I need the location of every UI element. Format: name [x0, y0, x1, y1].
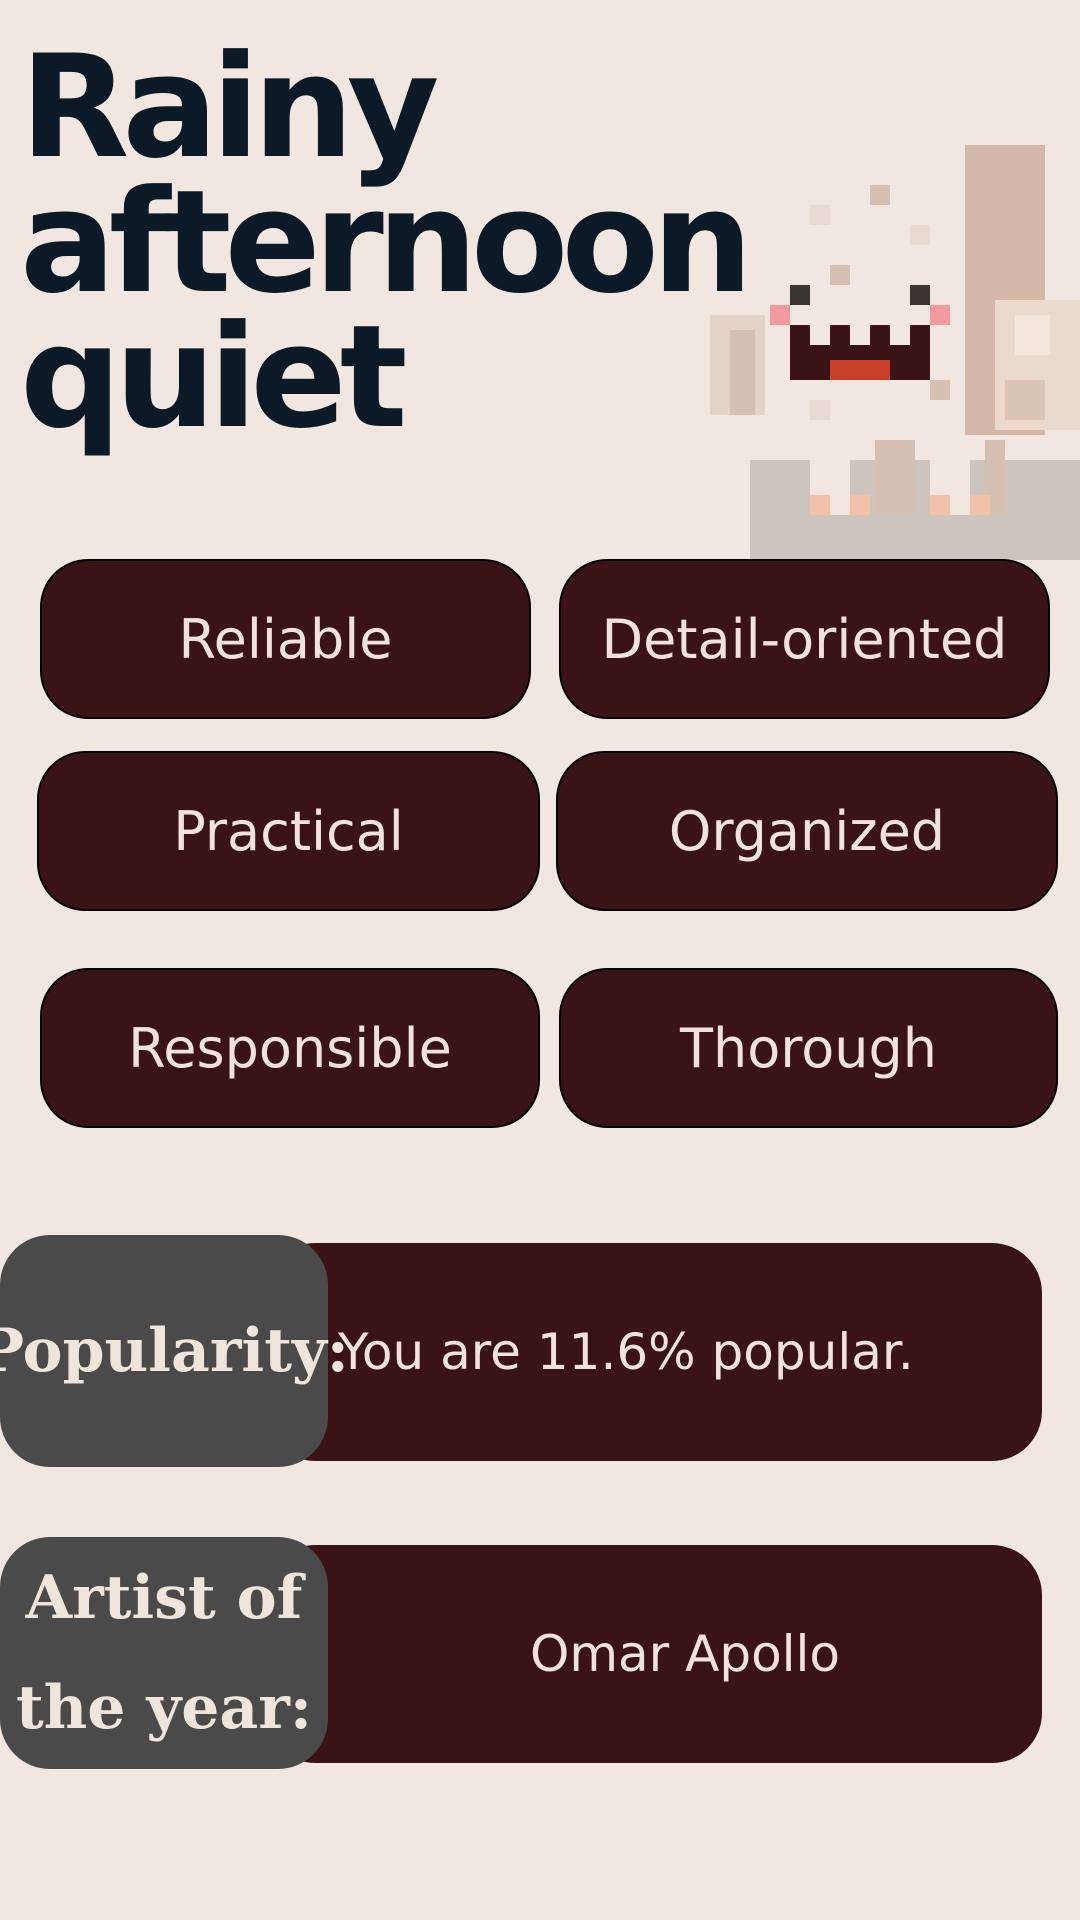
artist-value-bar: Omar Apollo [265, 1545, 1042, 1763]
title-line-3: quiet [20, 295, 408, 460]
popularity-value-bar: You are 11.6% popular. [265, 1243, 1042, 1461]
title-line-1: Rainy [20, 25, 440, 190]
trait-pill-reliable: Reliable [40, 559, 531, 719]
artist-label-line-1: Artist of [25, 1563, 303, 1633]
pixel-ghost-mascot-icon [705, 140, 1080, 564]
popularity-label: Popularity: [0, 1235, 349, 1467]
trait-pill-organized: Organized [556, 751, 1058, 911]
title-line-2: afternoon [20, 160, 753, 325]
trait-pill-detail-oriented: Detail-oriented [559, 559, 1050, 719]
artist-label-line-2: the year: [15, 1673, 313, 1743]
page-title: Rainy afternoon quiet [20, 25, 753, 460]
artist-label: Artist of the year: [0, 1537, 328, 1769]
trait-pill-thorough: Thorough [559, 968, 1058, 1128]
popularity-value: You are 11.6% popular. [338, 1323, 914, 1381]
trait-pill-practical: Practical [37, 751, 540, 911]
trait-pill-responsible: Responsible [40, 968, 540, 1128]
artist-value: Omar Apollo [529, 1625, 841, 1683]
